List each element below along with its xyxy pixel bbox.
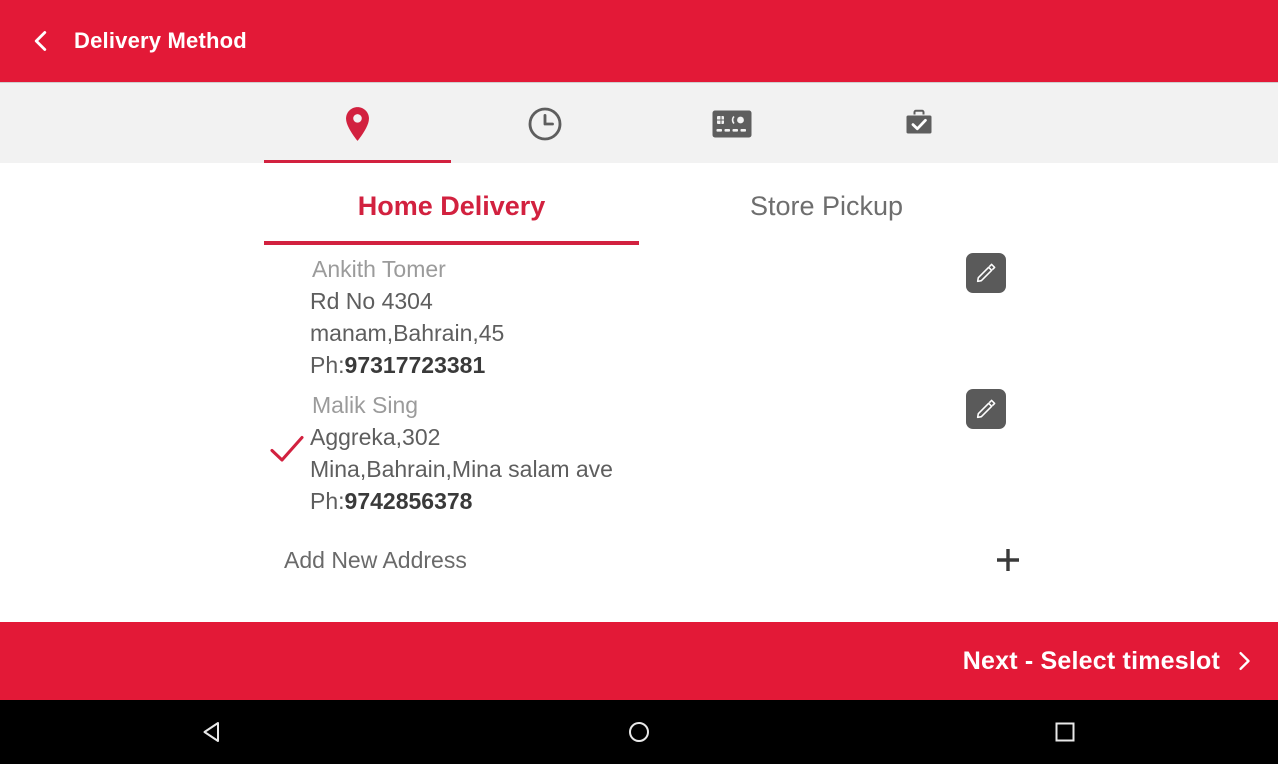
- phone-number: 9742856378: [344, 488, 473, 514]
- tab-home-delivery[interactable]: Home Delivery: [264, 168, 639, 245]
- address-details: Ankith Tomer Rd No 4304 manam,Bahrain,45…: [310, 245, 966, 381]
- phone-label: Ph:: [310, 488, 345, 514]
- clock-icon: [527, 102, 563, 146]
- plus-icon: [993, 545, 1023, 575]
- back-button[interactable]: [20, 20, 62, 62]
- address-details: Malik Sing Aggreka,302 Mina,Bahrain,Mina…: [310, 381, 966, 517]
- tab-payment[interactable]: [639, 83, 826, 164]
- tab-store-pickup[interactable]: Store Pickup: [639, 168, 1014, 245]
- edit-address-button[interactable]: [966, 253, 1006, 293]
- address-phone: Ph:9742856378: [310, 485, 966, 517]
- add-new-address-label: Add New Address: [284, 546, 467, 573]
- next-button-label: Next - Select timeslot: [962, 646, 1220, 675]
- address-name: Malik Sing: [312, 392, 419, 418]
- add-new-address-button[interactable]: [988, 540, 1028, 580]
- address-name: Ankith Tomer: [312, 256, 446, 282]
- address-row[interactable]: Malik Sing Aggreka,302 Mina,Bahrain,Mina…: [0, 381, 1278, 517]
- location-pin-icon: [345, 102, 370, 146]
- tab-delivery-address[interactable]: [264, 83, 452, 164]
- checkout-step-tabs: [0, 82, 1278, 164]
- delivery-method-screen: Delivery Method Home Delivery Store Pick…: [0, 0, 1278, 764]
- android-back-button[interactable]: [0, 700, 426, 764]
- credit-card-icon: [712, 102, 752, 146]
- android-home-button[interactable]: [426, 700, 852, 764]
- address-line-1: Rd No 4304: [310, 288, 433, 314]
- address-row[interactable]: Ankith Tomer Rd No 4304 manam,Bahrain,45…: [0, 245, 1278, 381]
- android-recents-button[interactable]: [852, 700, 1278, 764]
- tab-store-pickup-label: Store Pickup: [749, 191, 904, 221]
- android-back-icon: [199, 718, 227, 746]
- tab-timeslot[interactable]: [451, 83, 638, 164]
- address-line-2: manam,Bahrain,45: [310, 320, 505, 346]
- tab-review-order[interactable]: [826, 83, 1013, 164]
- address-line-1: Aggreka,302: [310, 424, 441, 450]
- delivery-panel: Home Delivery Store Pickup Ankith Tomer …: [0, 163, 1278, 622]
- add-new-address-row[interactable]: Add New Address: [0, 529, 1278, 591]
- tab-home-delivery-label: Home Delivery: [357, 191, 546, 221]
- phone-number: 97317723381: [344, 352, 486, 378]
- pencil-icon: [975, 398, 997, 420]
- chevron-left-icon: [28, 28, 54, 54]
- android-navigation-bar: [0, 700, 1278, 764]
- delivery-mode-tabs: Home Delivery Store Pickup: [264, 168, 1014, 245]
- next-select-timeslot-button[interactable]: Next - Select timeslot: [0, 622, 1278, 700]
- address-list: Ankith Tomer Rd No 4304 manam,Bahrain,45…: [0, 245, 1278, 591]
- app-bar: Delivery Method: [0, 0, 1278, 82]
- android-recents-icon: [1051, 718, 1079, 746]
- page-title: Delivery Method: [74, 28, 247, 53]
- phone-label: Ph:: [310, 352, 345, 378]
- pencil-icon: [975, 262, 997, 284]
- check-icon: [269, 434, 305, 464]
- chevron-right-icon: [1232, 649, 1256, 673]
- edit-address-button[interactable]: [966, 389, 1006, 429]
- android-home-icon: [625, 718, 653, 746]
- address-phone: Ph:97317723381: [310, 349, 966, 381]
- briefcase-check-icon: [902, 102, 936, 146]
- address-selected-indicator: [264, 434, 310, 464]
- address-line-2: Mina,Bahrain,Mina salam ave: [310, 456, 613, 482]
